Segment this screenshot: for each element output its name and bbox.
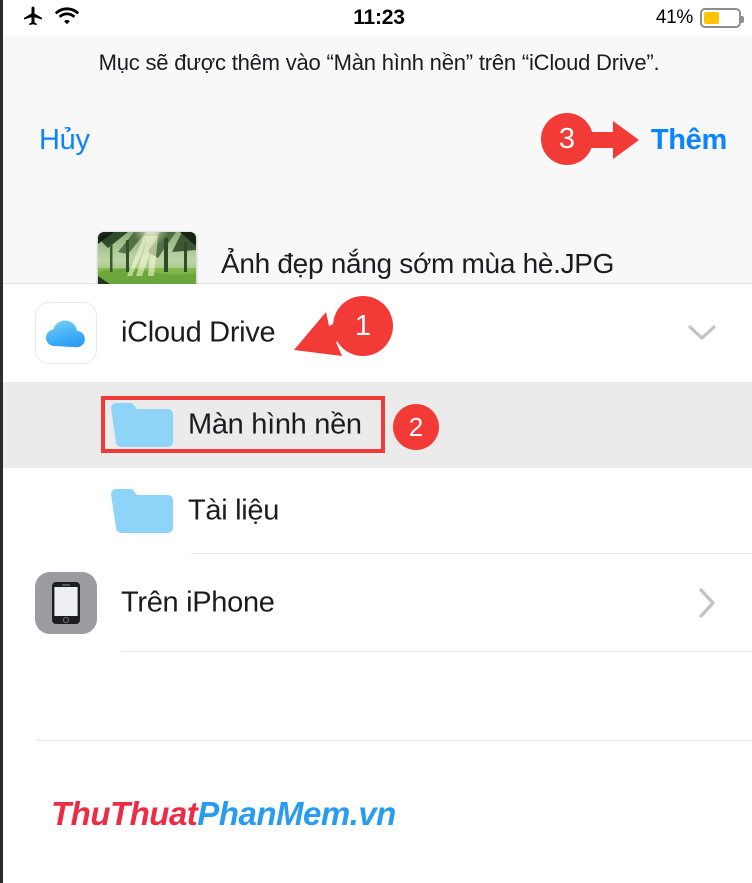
annotation-badge-2: 2 <box>393 404 439 450</box>
file-name-label: Ảnh đẹp nắng sớm mùa hè.JPG <box>221 248 615 279</box>
annotation-highlight-rect-2 <box>101 396 385 453</box>
list-item-label-icloud-drive: iCloud Drive <box>121 316 276 349</box>
watermark-part1: ThuThuat <box>51 795 198 832</box>
list-item-tai-lieu[interactable]: Tài liệu <box>3 468 752 554</box>
chevron-down-icon[interactable] <box>687 323 717 348</box>
list-item-label-tren-iphone: Trên iPhone <box>121 586 275 619</box>
icloud-drive-icon <box>35 302 97 364</box>
annotation-badge-3: 3 <box>541 113 593 165</box>
iphone-screen: 11:23 41% Mục sẽ được thêm vào “Màn hình… <box>0 0 752 883</box>
list-item-tren-iphone[interactable]: Trên iPhone <box>3 554 752 652</box>
watermark: ThuThuatPhanMem.vn <box>51 795 396 833</box>
list-separator-bottom <box>37 740 752 741</box>
annotation-badge-1: 1 <box>333 296 393 356</box>
cancel-button[interactable]: Hủy <box>39 124 90 157</box>
status-bar-center: 11:23 <box>3 0 752 36</box>
battery-icon <box>700 8 744 28</box>
add-button[interactable]: Thêm <box>651 124 727 157</box>
battery-fill <box>704 12 720 24</box>
list-separator <box>121 651 752 652</box>
battery-percent-label: 41% <box>655 7 693 28</box>
status-bar-clock: 11:23 <box>353 6 405 29</box>
iphone-device-icon <box>35 572 97 634</box>
list-item-label-tai-lieu: Tài liệu <box>188 494 280 527</box>
watermark-part2: PhanMem.vn <box>197 795 396 832</box>
folder-icon <box>109 486 175 536</box>
status-bar-right: 41% <box>655 0 744 36</box>
sheet-prompt-text: Mục sẽ được thêm vào “Màn hình nền” trên… <box>98 50 660 75</box>
status-bar: 11:23 41% <box>3 0 752 36</box>
chevron-right-icon[interactable] <box>697 587 717 624</box>
